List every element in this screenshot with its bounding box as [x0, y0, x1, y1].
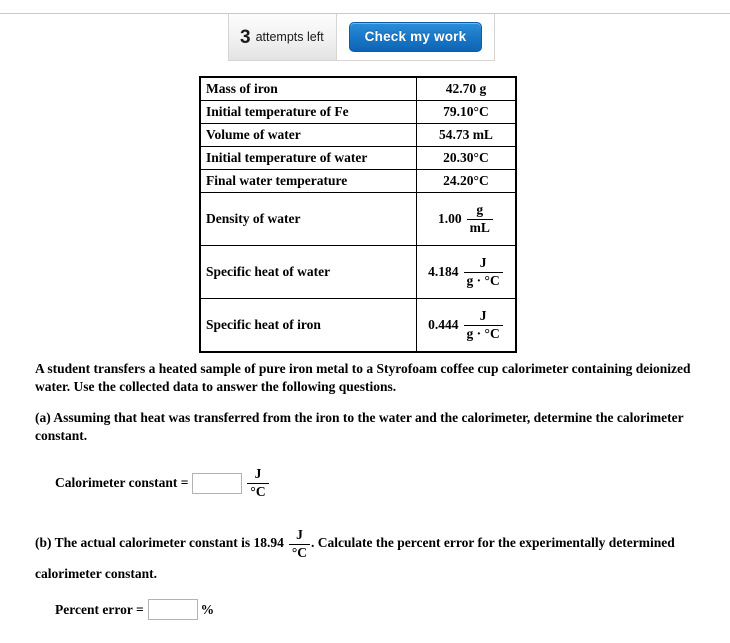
row-label: Initial temperature of Fe [199, 100, 417, 124]
attempts-count: 3 [240, 26, 251, 48]
value-number: 1.00 [438, 211, 462, 226]
row-value: 1.00 g mL [415, 192, 517, 246]
row-label: Initial temperature of water [199, 146, 417, 170]
table-row: Density of water 1.00 g mL [199, 192, 517, 246]
value-number: 0.444 [428, 317, 459, 332]
unit-fraction: J g · °C [463, 308, 503, 341]
fraction-numerator: J [463, 308, 503, 326]
attempts-label: attempts left [255, 29, 324, 44]
row-label: Volume of water [199, 123, 417, 147]
row-value: 79.10°C [415, 100, 517, 124]
row-value: 4.184 J g · °C [415, 245, 517, 299]
fraction-denominator: g · °C [466, 272, 500, 288]
unit-fraction: J °C [247, 466, 269, 499]
fraction-denominator: °C [291, 544, 308, 560]
value-number: 4.184 [428, 264, 459, 279]
percent-error-label: Percent error = [55, 601, 144, 617]
table-row: Mass of iron 42.70 g [199, 76, 517, 101]
value-with-unit: 4.184 J g · °C [428, 255, 504, 288]
percent-sign: % [200, 601, 215, 617]
unit-fraction: g mL [466, 202, 493, 235]
row-value: 42.70 g [415, 76, 517, 101]
calorimeter-constant-input[interactable] [192, 472, 243, 494]
row-value: 24.20°C [415, 169, 517, 193]
value-with-unit: 0.444 J g · °C [428, 308, 504, 341]
data-table-body: Mass of iron 42.70 g Initial temperature… [199, 76, 517, 353]
row-value: 54.73 mL [415, 123, 517, 147]
calorimeter-constant-label: Calorimeter constant = [55, 475, 189, 491]
question-part-b: (b) The actual calorimeter constant is 1… [35, 527, 700, 587]
experimental-data-table: Mass of iron 42.70 g Initial temperature… [199, 76, 517, 353]
fraction-numerator: J [463, 255, 503, 273]
fraction-numerator: J [247, 466, 269, 484]
row-label: Specific heat of iron [199, 298, 417, 353]
table-row: Specific heat of iron 0.444 J g · °C [199, 298, 517, 353]
attempts-remaining: 3 attempts left [229, 14, 337, 60]
fraction-numerator: J [288, 527, 311, 545]
fraction-denominator: g · °C [466, 325, 500, 341]
attempts-toolbar: 3 attempts left Check my work [228, 14, 496, 61]
fraction-denominator: °C [250, 483, 266, 499]
table-row: Initial temperature of water 20.30°C [199, 146, 517, 170]
unit-fraction: J g · °C [463, 255, 503, 288]
answer-row-a: Calorimeter constant = J °C [55, 466, 270, 499]
question-part-a: (a) Assuming that heat was transferred f… [35, 410, 684, 443]
check-button-cell: Check my work [336, 14, 495, 60]
problem-introduction: A student transfers a heated sample of p… [35, 361, 691, 394]
table-row: Specific heat of water 4.184 J g · °C [199, 245, 517, 299]
fraction-denominator: mL [469, 219, 490, 235]
table-row: Initial temperature of Fe 79.10°C [199, 100, 517, 124]
row-label: Final water temperature [199, 169, 417, 193]
answer-row-b: Percent error = % [55, 599, 214, 620]
row-label: Specific heat of water [199, 245, 417, 299]
row-value: 20.30°C [415, 146, 517, 170]
unit-fraction: J °C [288, 527, 311, 560]
check-my-work-button[interactable]: Check my work [348, 22, 483, 52]
table-row: Final water temperature 24.20°C [199, 169, 517, 193]
table-row: Volume of water 54.73 mL [199, 123, 517, 147]
value-with-unit: 1.00 g mL [438, 202, 494, 235]
fraction-numerator: g [466, 202, 493, 220]
percent-error-input[interactable] [147, 599, 198, 620]
row-value: 0.444 J g · °C [415, 298, 517, 353]
row-label: Density of water [199, 192, 417, 246]
question-b-text-before: (b) The actual calorimeter constant is 1… [35, 535, 284, 551]
row-label: Mass of iron [199, 76, 417, 101]
